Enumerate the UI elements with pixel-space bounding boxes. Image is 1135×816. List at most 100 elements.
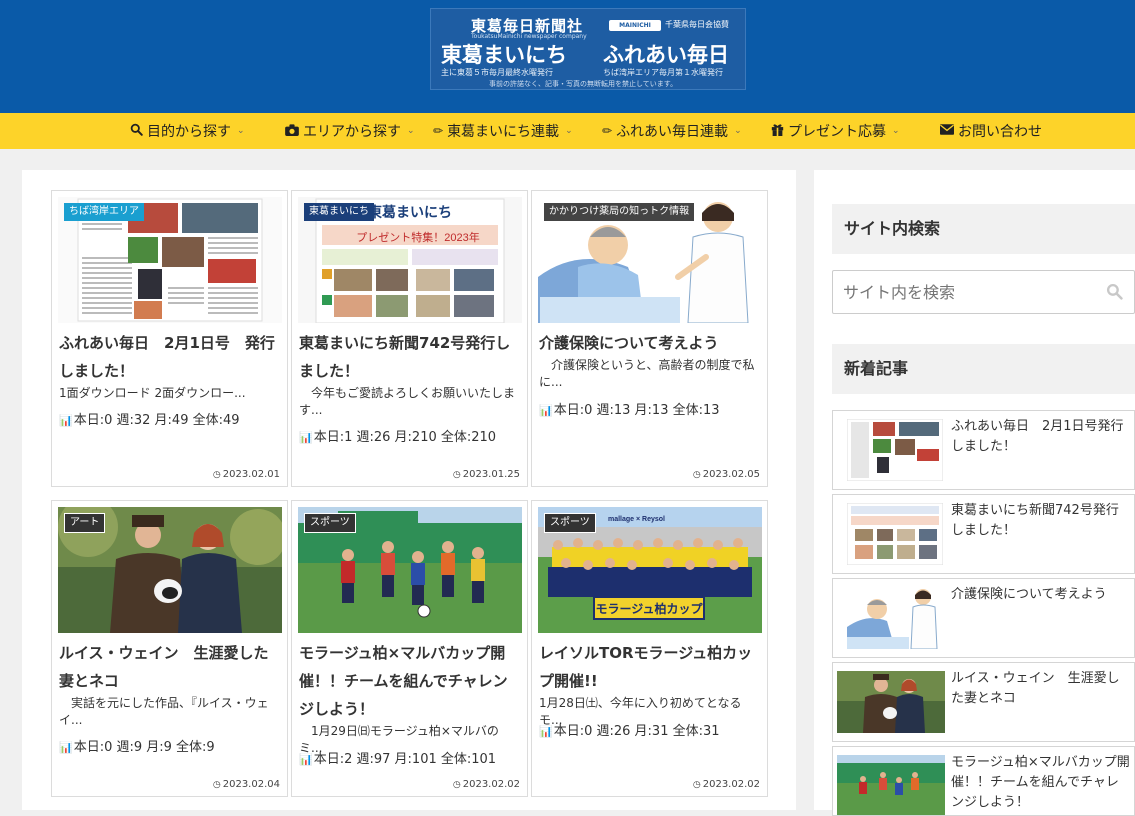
envelope-icon [940,124,954,138]
article-thumbnail[interactable]: スポーツ [298,507,522,633]
present-heading: プレゼント特集！2023年 [356,230,479,244]
post-date: ◷ 2023.01.25 [453,469,520,480]
nav-item-tokatsu-series[interactable]: ✏ 東葛まいにち連載 ⌄ [433,113,573,149]
new-post-thumbnail[interactable] [847,419,943,481]
new-post-title[interactable]: ふれあい毎日 2月1日号発行しました！ [951,417,1131,457]
article-snippet: 介護保険というと、高齢者の制度で私に... [539,358,755,389]
search-input[interactable] [832,270,1135,314]
new-post-title[interactable]: モラージュ柏×マルバカップ開催！！チームを組んでチャレンジしよう！ [951,753,1131,813]
nav-label: 東葛まいにち連載 [447,124,560,140]
post-date: ◷ 2023.02.01 [213,469,280,480]
view-stats-text: 本日:2 週:97 月:101 全体:101 [313,752,497,767]
article-card[interactable]: ちば湾岸エリア ふれあい毎日 2月1日号 発行しました！ 1面ダウンロード 2面… [51,190,288,487]
clock-icon: ◷ [452,780,461,790]
camera-icon [285,123,299,139]
clock-icon: ◷ [692,780,701,790]
view-stats: 📊本日:0 週:13 月:13 全体:13 [539,399,720,418]
category-badge[interactable]: アート [64,513,106,533]
new-post-thumbnail[interactable] [837,671,945,733]
logo-sponsor: 千葉県毎日会協賛 [665,20,729,29]
new-post-item[interactable]: ふれあい毎日 2月1日号発行しました！ [832,410,1135,490]
new-post-item[interactable]: モラージュ柏×マルバカップ開催！！チームを組んでチャレンジしよう！ [832,746,1135,816]
new-post-thumbnail[interactable] [847,503,943,565]
bar-chart-icon: 📊 [299,753,313,766]
article-title[interactable]: ふれあい毎日 2月1日号 発行しました！ [59,329,281,385]
category-badge[interactable]: かかりつけ薬局の知っトク情報 [544,203,695,221]
post-date: ◷ 2023.02.04 [213,779,280,790]
category-badge[interactable]: スポーツ [304,513,356,533]
new-posts-title: 新着記事 [832,344,1135,394]
article-list: ちば湾岸エリア ふれあい毎日 2月1日号 発行しました！ 1面ダウンロード 2面… [22,170,796,810]
view-stats: 📊本日:0 週:32 月:49 全体:49 [59,409,240,428]
article-title[interactable]: 介護保険について考えよう [539,329,761,357]
nav-label: お問い合わせ [958,124,1042,140]
article-title[interactable]: レイソルTORモラージュ柏カップ開催!! [539,639,761,695]
article-thumbnail[interactable]: かかりつけ薬局の知っトク情報 [538,197,762,323]
new-post-title[interactable]: 東葛まいにち新聞742号発行しました！ [951,501,1131,541]
category-badge[interactable]: スポーツ [544,513,596,533]
new-post-thumbnail[interactable] [837,755,945,815]
article-thumbnail[interactable]: モラージュ柏カップ mallage × Reysol スポーツ [538,507,762,633]
view-stats: 📊本日:2 週:97 月:101 全体:101 [299,748,496,767]
search-icon[interactable] [1106,283,1123,304]
logo-title-fureai: ふれあい毎日 [603,43,729,67]
new-post-thumbnail[interactable] [847,587,943,649]
article-card[interactable]: モラージュ柏カップ mallage × Reysol スポーツ レイソルTORモ… [531,500,768,797]
new-post-item[interactable]: 介護保険について考えよう [832,578,1135,658]
article-thumbnail[interactable]: プレゼント特集！2023年 東葛まいにち 東葛まいにち [298,197,522,323]
article-card[interactable]: スポーツ モラージュ柏×マルバカップ開催！！チームを組んでチャレンジしよう！ 1… [291,500,528,797]
new-post-title[interactable]: 介護保険について考えよう [951,585,1131,605]
article-title[interactable]: モラージュ柏×マルバカップ開催！！チームを組んでチャレンジしよう！ [299,639,521,723]
article-title[interactable]: ルイス・ウェイン 生涯愛した妻とネコ [59,639,281,695]
bar-chart-icon: 📊 [59,414,73,427]
article-title[interactable]: 東葛まいにち新聞742号発行しました！ [299,329,521,385]
bar-chart-icon: 📊 [539,725,553,738]
post-date-text: 2023.02.04 [222,779,280,790]
article-card[interactable]: かかりつけ薬局の知っトク情報 介護保険について考えよう 介護保険というと、高齢者… [531,190,768,487]
chevron-down-icon: ⌄ [407,126,415,136]
post-date: ◷ 2023.02.02 [693,779,760,790]
nav-item-area[interactable]: エリアから探す ⌄ [285,113,415,149]
logo-sub-fureai: ちば湾岸エリア毎月第１水曜発行 [603,68,723,77]
clock-icon: ◷ [692,470,701,480]
logo-sub-tokatsu: 主に東葛５市毎月最終水曜発行 [441,68,553,77]
bar-chart-icon: 📊 [299,431,313,444]
nav-item-present[interactable]: プレゼント応募 ⌄ [771,113,900,149]
bar-chart-icon: 📊 [539,404,553,417]
clock-icon: ◷ [212,780,221,790]
article-snippet: 実話を元にした作品、『ルイス・ウェイ... [59,696,269,727]
nav-item-contact[interactable]: お問い合わせ [940,113,1042,149]
new-post-item[interactable]: 東葛まいにち新聞742号発行しました！ [832,494,1135,574]
nav-label: ふれあい毎日連載 [616,124,729,140]
nav-item-fureai-series[interactable]: ✏ ふれあい毎日連載 ⌄ [602,113,742,149]
post-date-text: 2023.02.05 [702,469,760,480]
article-snippet: 今年もご愛読よろしくお願いいたします... [299,386,516,417]
post-date-text: 2023.02.01 [222,469,280,480]
logo-notice: 事前の許諾なく、記事・写真の無断転用を禁止しています。 [489,80,678,88]
chevron-down-icon: ⌄ [237,126,245,136]
post-date: ◷ 2023.02.05 [693,469,760,480]
sidebar: サイト内検索 新着記事 ふれあい毎日 2月1日号発行しました！ 東葛まいにち新聞… [814,170,1135,816]
article-thumbnail[interactable]: アート [58,507,282,633]
category-badge[interactable]: ちば湾岸エリア [64,203,144,221]
chevron-down-icon: ⌄ [734,126,742,136]
main-nav: 目的から探す ⌄ エリアから探す ⌄ ✏ 東葛まいにち連載 ⌄ ✏ ふれあい毎日… [0,113,1135,149]
site-logo[interactable]: 東葛毎日新聞社 ToukatsuMainichi newspaper compa… [430,8,746,90]
article-card[interactable]: アート ルイス・ウェイン 生涯愛した妻とネコ 実話を元にした作品、『ルイス・ウェ… [51,500,288,797]
view-stats: 📊本日:0 週:9 月:9 全体:9 [59,736,215,755]
category-badge[interactable]: 東葛まいにち [304,203,374,221]
article-card[interactable]: プレゼント特集！2023年 東葛まいにち 東葛まいにち 東葛まいにち新聞742号… [291,190,528,487]
mainichi-logo: MAINICHI [609,20,661,31]
site-header: 東葛毎日新聞社 ToukatsuMainichi newspaper compa… [0,0,1135,113]
nav-item-purpose[interactable]: 目的から探す ⌄ [130,113,245,149]
view-stats-text: 本日:1 週:26 月:210 全体:210 [313,430,497,445]
new-post-title[interactable]: ルイス・ウェイン 生涯愛した妻とネコ [951,669,1131,709]
post-date: ◷ 2023.02.02 [453,779,520,790]
logo-title-tokatsu: 東葛まいにち [441,43,567,67]
search-widget-title: サイト内検索 [832,204,1135,254]
article-thumbnail[interactable]: ちば湾岸エリア [58,197,282,323]
article-snippet: 1面ダウンロード 2面ダウンロー... [59,386,246,400]
view-stats-text: 本日:0 週:9 月:9 全体:9 [73,740,215,755]
search-icon [130,123,143,139]
new-post-item[interactable]: ルイス・ウェイン 生涯愛した妻とネコ [832,662,1135,742]
